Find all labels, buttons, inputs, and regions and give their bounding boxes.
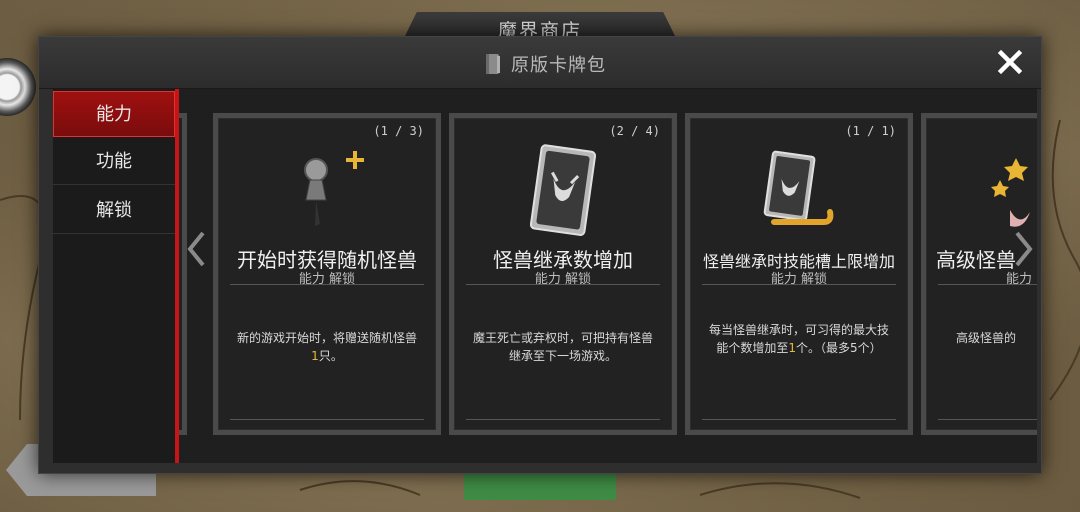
monster-scroll-icon — [690, 140, 908, 240]
close-button[interactable] — [997, 49, 1023, 75]
card-description-box: 高级怪兽的 — [938, 284, 1037, 420]
card-random-monster[interactable]: (1 / 3) 开始时获得随机怪兽 能力 解锁 新的游戏开始时，将赠送随机怪兽1… — [213, 113, 441, 435]
card-skill-slot[interactable]: (1 / 1) 怪兽继承时技能槽上限增加 能力 解锁 每当怪兽继承时，可习得的最… — [685, 113, 913, 435]
pin-plus-icon — [218, 140, 436, 240]
card-monster-inherit[interactable]: (2 / 4) 怪兽继承数增加 能力 解锁 魔王死亡或弃权时，可把持有怪兽继承至… — [449, 113, 677, 435]
stars-monster-icon — [926, 140, 1037, 240]
modal-header: 原版卡牌包 — [39, 37, 1041, 89]
scroll-left-button[interactable] — [185, 229, 207, 269]
card-description: 新的游戏开始时，将赠送随机怪兽1只。 — [236, 331, 417, 363]
sidebar-item-unlock[interactable]: 解锁 — [53, 188, 175, 234]
chevron-left-icon — [187, 231, 205, 267]
card-count: (1 / 3) — [373, 124, 424, 138]
monster-card-icon — [454, 140, 672, 240]
card-count: (1 / 1) — [845, 124, 896, 138]
card-description: 魔王死亡或弃权时，可把持有怪兽继承至下一场游戏。 — [472, 331, 653, 363]
card-description: 每当怪兽继承时，可习得的最大技能个数增加至1个。（最多5个） — [708, 323, 889, 355]
modal-title: 原版卡牌包 — [511, 55, 606, 76]
card-advanced-monster[interactable]: 高级怪兽 能力 高级怪兽的 — [921, 113, 1037, 435]
card-partial-left — [179, 113, 187, 435]
card-description: 高级怪兽的 — [956, 331, 1017, 345]
card-description-box: 魔王死亡或弃权时，可把持有怪兽继承至下一场游戏。 — [466, 284, 660, 420]
card-carousel[interactable]: (1 / 3) 开始时获得随机怪兽 能力 解锁 新的游戏开始时，将赠送随机怪兽1… — [179, 89, 1037, 463]
confirm-button-bg — [464, 474, 616, 500]
scroll-right-button[interactable] — [1013, 229, 1035, 269]
card-description-box: 每当怪兽继承时，可习得的最大技能个数增加至1个。（最多5个） — [702, 284, 896, 420]
card-description-box: 新的游戏开始时，将赠送随机怪兽1只。 — [230, 284, 424, 420]
sidebar-item-ability[interactable]: 能力 — [53, 91, 175, 137]
modal-title-group: 原版卡牌包 — [485, 51, 606, 77]
chevron-right-icon — [1015, 231, 1033, 267]
close-icon — [997, 49, 1023, 75]
book-icon — [485, 53, 501, 75]
card-pack-modal: 原版卡牌包 能力 功能 解锁 (1 / 3) 开始时获得随机怪兽 能力 解锁 新… — [38, 36, 1042, 474]
card-count: (2 / 4) — [609, 124, 660, 138]
category-sidebar: 能力 功能 解锁 — [53, 89, 179, 463]
sidebar-item-function[interactable]: 功能 — [53, 139, 175, 185]
